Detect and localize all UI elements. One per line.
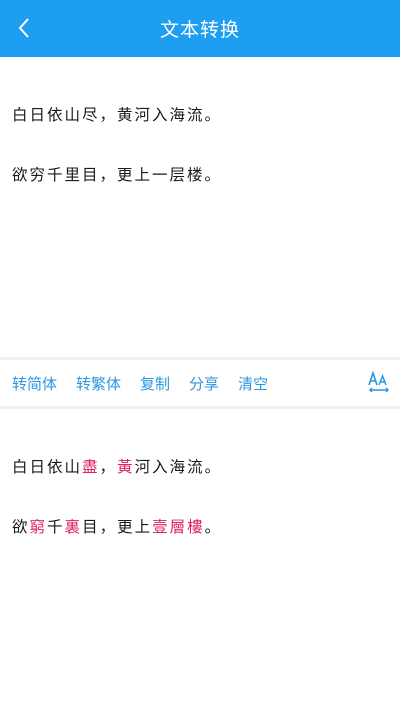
conversion-toolbar: 转简体 转繁体 复制 分享 清空 — [0, 360, 400, 406]
app-header: 文本转换 — [0, 0, 400, 57]
converted-char: 窮 — [29, 518, 48, 536]
chevron-left-icon — [18, 18, 29, 38]
converted-char: 盡 — [82, 458, 100, 476]
output-text: 白日依山 — [12, 458, 83, 476]
converted-char: 黃 — [117, 458, 135, 476]
copy-button[interactable]: 复制 — [140, 373, 170, 394]
converted-char: 裏 — [64, 518, 83, 536]
output-text-area[interactable]: 白日依山盡，黃河入海流。 欲窮千裏目，更上壹層樓。 — [0, 409, 400, 710]
back-button[interactable] — [8, 12, 40, 44]
output-text: 千 — [47, 518, 65, 536]
output-text: 目，更上 — [82, 518, 153, 536]
share-button[interactable]: 分享 — [189, 373, 219, 394]
output-text: 河入海流。 — [134, 458, 223, 476]
output-text: ， — [99, 458, 118, 476]
input-line: 欲穷千里目，更上一层楼。 — [12, 166, 223, 184]
font-size-icon — [368, 370, 389, 393]
input-textarea[interactable]: 白日依山尽，黄河入海流。 欲穷千里目，更上一层楼。 — [0, 57, 400, 357]
input-line: 白日依山尽，黄河入海流。 — [12, 106, 223, 124]
output-text: 。 — [204, 518, 223, 536]
clear-button[interactable]: 清空 — [238, 373, 268, 394]
output-text: 欲 — [12, 518, 30, 536]
output-line: 欲窮千裏目，更上壹層樓。 — [12, 517, 388, 537]
to-simplified-button[interactable]: 转简体 — [12, 373, 57, 394]
output-line: 白日依山盡，黃河入海流。 — [12, 457, 388, 477]
converted-char: 壹層樓 — [152, 518, 205, 536]
font-size-button[interactable] — [368, 370, 390, 395]
to-traditional-button[interactable]: 转繁体 — [76, 373, 121, 394]
page-title: 文本转换 — [159, 19, 240, 41]
